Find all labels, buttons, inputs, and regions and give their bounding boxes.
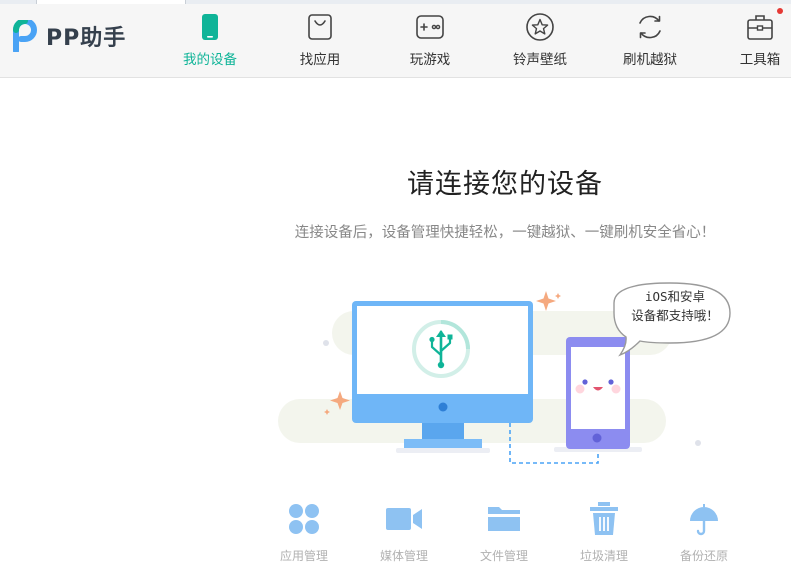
connect-device-subtitle: 连接设备后，设备管理快捷轻松，一键越狱、一键刷机安全省心！ <box>294 225 716 241</box>
speech-bubble-line-2: 设备都支持哦！ <box>631 308 719 323</box>
nav-label: 玩游戏 <box>409 52 451 68</box>
shopping-bag-icon <box>308 14 332 40</box>
speech-bubble-text: iOS和安卓 设备都支持哦！ <box>610 287 740 325</box>
tool-media-management[interactable]: 媒体管理 <box>364 499 444 564</box>
nav-toolbox[interactable]: 工具箱 <box>712 4 791 78</box>
speech-bubble-line-1: iOS和安卓 <box>644 289 706 304</box>
nav-label: 刷机越狱 <box>623 52 677 68</box>
top-header: PP助手 我的设备 找应用 玩游戏 铃声壁纸 刷机越狱 工具箱 <box>0 4 791 78</box>
refresh-icon <box>639 15 661 39</box>
tool-backup-restore[interactable]: 备份还原 <box>664 499 744 564</box>
phone-icon <box>202 14 218 40</box>
connect-illustration: iOS和安卓 设备都支持哦！ <box>270 279 750 469</box>
toolbox-notification-dot <box>777 8 783 14</box>
nav-label: 工具箱 <box>739 52 781 68</box>
toolbox-icon <box>747 15 773 40</box>
nav-label: 铃声壁纸 <box>513 52 567 68</box>
nav-ringtones-wallpapers[interactable]: 铃声壁纸 <box>492 4 588 78</box>
tool-label: 垃圾清理 <box>579 549 628 563</box>
connect-device-title: 请连接您的设备 <box>407 169 603 200</box>
tool-app-management[interactable]: 应用管理 <box>264 499 344 564</box>
main-nav: 我的设备 找应用 玩游戏 铃声壁纸 刷机越狱 工具箱 <box>0 4 791 78</box>
tool-label: 备份还原 <box>679 549 728 563</box>
tool-label: 媒体管理 <box>379 549 428 563</box>
main-content: 请连接您的设备 连接设备后，设备管理快捷轻松，一键越狱、一键刷机安全省心！ iO… <box>0 79 791 572</box>
nav-label: 我的设备 <box>183 52 237 68</box>
nav-my-device[interactable]: 我的设备 <box>162 4 258 78</box>
nav-flash-jailbreak[interactable]: 刷机越狱 <box>602 4 698 78</box>
star-icon <box>526 13 554 41</box>
gamepad-icon <box>416 15 444 39</box>
umbrella-icon <box>690 504 718 536</box>
tool-label: 应用管理 <box>279 549 328 563</box>
nav-play-games[interactable]: 玩游戏 <box>382 4 478 78</box>
folder-icon <box>488 507 520 531</box>
nav-find-apps[interactable]: 找应用 <box>272 4 368 78</box>
tool-junk-cleanup[interactable]: 垃圾清理 <box>564 499 644 564</box>
tool-file-management[interactable]: 文件管理 <box>464 499 544 564</box>
video-camera-icon <box>386 508 422 530</box>
trash-icon <box>590 502 618 535</box>
nav-label: 找应用 <box>299 52 341 68</box>
grid-icon <box>289 504 319 534</box>
tool-label: 文件管理 <box>479 549 528 563</box>
